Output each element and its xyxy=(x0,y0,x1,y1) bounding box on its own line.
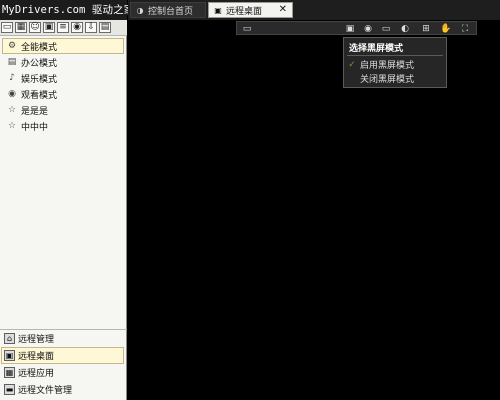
remote-toolbar: ▭ ▣ ◉ ▭ ◐ ⊞ ✋ ⛶ xyxy=(236,21,477,35)
tab-bar: ◑ 控制台首页 ▣ 远程桌面 ✕ xyxy=(128,0,500,20)
mode-list: ⚙ 全能模式 ▤ 办公模式 ♪ 娱乐模式 ◉ 观看模式 ☆ 是是是 ☆ 中中中 xyxy=(0,38,127,134)
house-icon: ⌂ xyxy=(4,333,15,344)
bottom-nav: ⌂ 远程管理 ▣ 远程桌面 ▦ 远程应用 ▬ 远程文件管理 xyxy=(0,329,127,400)
sidebar-header: MyDrivers.com 驱动之家 xyxy=(0,0,134,20)
mode-label: 中中中 xyxy=(21,122,49,133)
nav-item-remote-desktop[interactable]: ▣ 远程桌面 xyxy=(1,347,124,364)
black-screen-mode-menu: 选择黑屏模式 ✓ 启用黑屏模式 关闭黑屏模式 xyxy=(343,37,447,88)
nav-item-remote-apps[interactable]: ▦ 远程应用 xyxy=(1,364,124,381)
checkmark-icon: ✓ xyxy=(348,59,356,70)
document-icon: ▤ xyxy=(7,57,17,67)
monitor-icon[interactable]: ▣ xyxy=(43,22,55,33)
screen-icon[interactable]: ▭ xyxy=(241,23,253,34)
window-icon[interactable]: ▭ xyxy=(380,23,392,34)
monitor-icon: ▣ xyxy=(214,5,222,15)
left-sidebar: MyDrivers.com 驱动之家 ▭ ▦ ☺ ▣ ≡ ◉ ⇩ ▤ ⚙ 全能模… xyxy=(0,0,134,400)
nav-item-remote-files[interactable]: ▬ 远程文件管理 xyxy=(1,381,124,398)
mode-item-custom-1[interactable]: ☆ 是是是 xyxy=(2,102,124,118)
mode-label: 是是是 xyxy=(21,106,49,117)
menu-item-disable-black-screen[interactable]: 关闭黑屏模式 xyxy=(344,72,446,85)
tab-console-home[interactable]: ◑ 控制台首页 xyxy=(130,2,206,18)
eye-icon: ◉ xyxy=(8,89,16,99)
plus-icon[interactable]: ⊞ xyxy=(420,23,432,34)
person-icon[interactable]: ☺ xyxy=(29,22,41,33)
mode-label: 全能模式 xyxy=(21,42,58,53)
monitor-icon: ▣ xyxy=(4,350,15,361)
tab-label: 远程桌面 xyxy=(226,6,263,17)
nav-label: 远程桌面 xyxy=(18,352,55,362)
star-icon: ☆ xyxy=(7,105,17,115)
close-icon[interactable]: ✕ xyxy=(279,4,287,16)
tab-label: 控制台首页 xyxy=(148,6,194,17)
globe-icon[interactable]: ◉ xyxy=(71,22,83,33)
window-icon[interactable]: ▭ xyxy=(1,22,13,33)
menu-item-label: 关闭黑屏模式 xyxy=(360,75,415,85)
mode-item-all[interactable]: ⚙ 全能模式 xyxy=(2,38,124,54)
home-icon: ◑ xyxy=(136,5,144,15)
menu-item-enable-black-screen[interactable]: ✓ 启用黑屏模式 xyxy=(344,58,446,72)
grid-icon: ▦ xyxy=(4,367,15,378)
mode-item-office[interactable]: ▤ 办公模式 xyxy=(2,54,124,70)
book-icon[interactable]: ▤ xyxy=(99,22,111,33)
folder-icon: ▬ xyxy=(4,384,15,395)
gear-icon: ⚙ xyxy=(7,41,17,51)
download-icon[interactable]: ⇩ xyxy=(85,22,97,33)
nav-label: 远程应用 xyxy=(18,369,55,379)
mode-item-viewing[interactable]: ◉ 观看模式 xyxy=(2,86,124,102)
nav-label: 远程文件管理 xyxy=(18,386,73,396)
menu-item-label: 启用黑屏模式 xyxy=(360,61,415,71)
menu-title: 选择黑屏模式 xyxy=(349,44,404,54)
tab-remote-desktop[interactable]: ▣ 远程桌面 ✕ xyxy=(208,2,293,18)
nav-label: 远程管理 xyxy=(18,335,55,345)
left-toolbar: ▭ ▦ ☺ ▣ ≡ ◉ ⇩ ▤ xyxy=(0,20,127,36)
mode-item-custom-2[interactable]: ☆ 中中中 xyxy=(2,118,124,134)
menu-divider xyxy=(347,55,443,56)
mode-label: 观看模式 xyxy=(21,90,58,101)
watermark-text: MyDrivers.com 驱动之家 xyxy=(2,4,135,16)
palette-icon[interactable]: ◐ xyxy=(399,23,411,34)
mode-label: 办公模式 xyxy=(21,58,58,69)
calendar-icon[interactable]: ▦ xyxy=(15,22,27,33)
list-icon[interactable]: ≡ xyxy=(57,22,69,33)
eye-icon[interactable]: ◉ xyxy=(362,23,374,34)
music-icon: ♪ xyxy=(9,73,15,83)
hand-icon[interactable]: ✋ xyxy=(440,23,452,34)
mode-item-entertainment[interactable]: ♪ 娱乐模式 xyxy=(2,70,124,86)
monitor-icon[interactable]: ▣ xyxy=(344,23,356,34)
mode-label: 娱乐模式 xyxy=(21,74,58,85)
nav-item-remote-management[interactable]: ⌂ 远程管理 xyxy=(1,330,124,347)
star-icon: ☆ xyxy=(7,121,17,131)
fullscreen-icon[interactable]: ⛶ xyxy=(459,23,471,34)
